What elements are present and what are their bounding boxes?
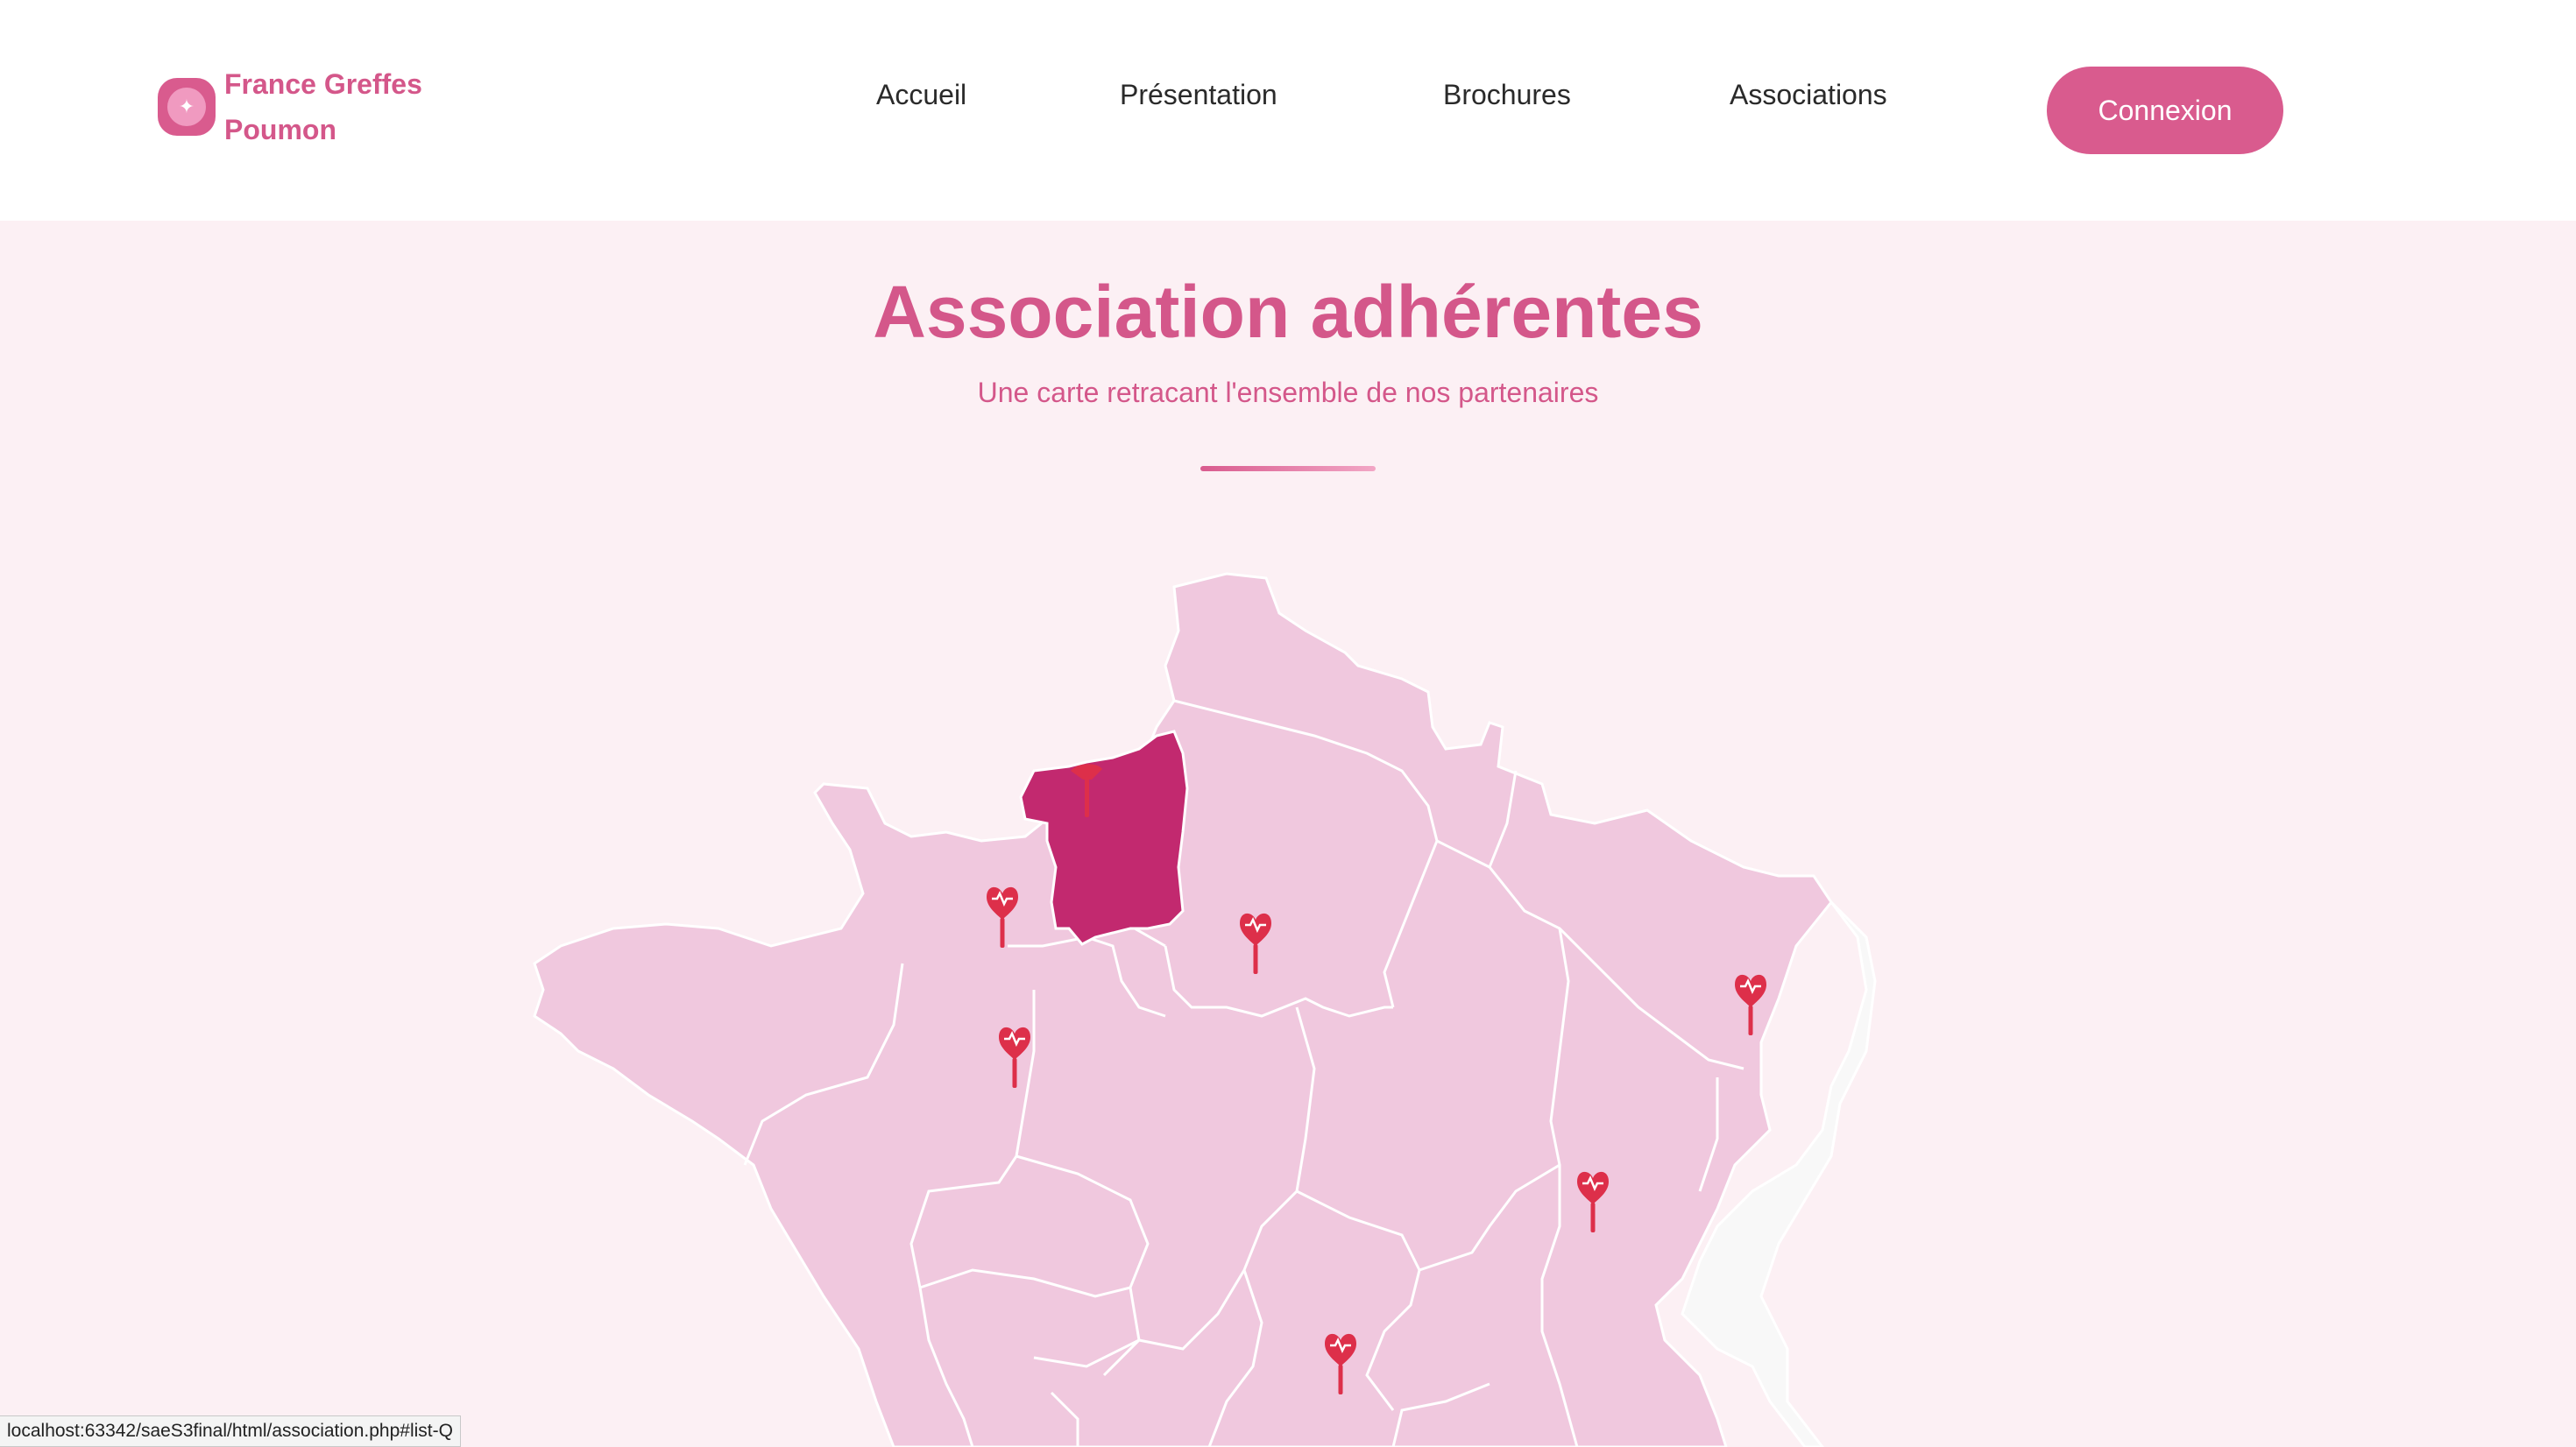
browser-status-url: localhost:63342/saeS3final/html/associat… [0,1415,461,1447]
france-regions-map [533,572,1877,1447]
france-mainland [533,572,1833,1447]
